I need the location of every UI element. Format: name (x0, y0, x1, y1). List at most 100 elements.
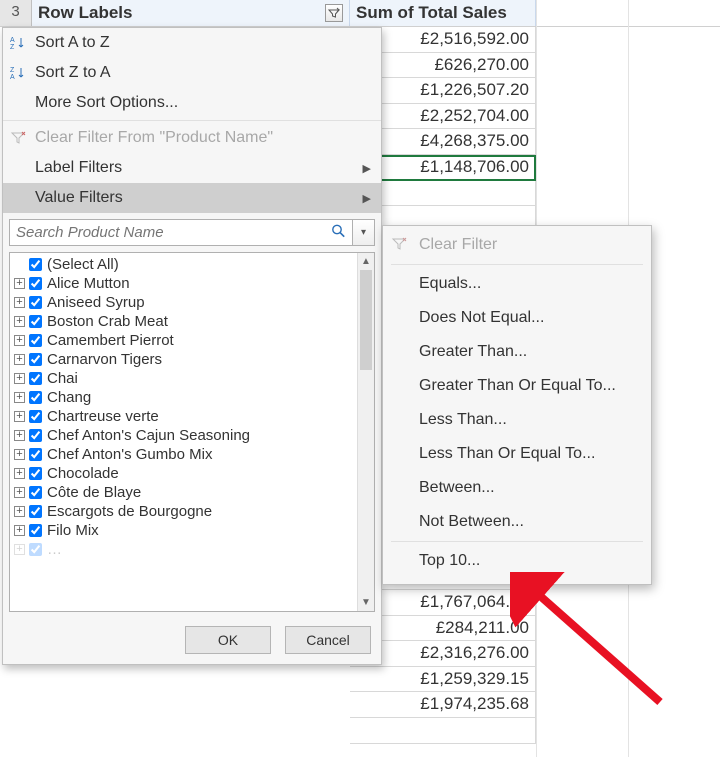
vf-equals[interactable]: Equals... (383, 267, 651, 301)
expand-icon[interactable]: + (14, 525, 25, 536)
checkbox-row[interactable]: + Chartreuse verte (10, 407, 357, 426)
label-filters[interactable]: Label Filters ▶ (3, 153, 381, 183)
vf-between[interactable]: Between... (383, 471, 651, 505)
svg-text:A: A (10, 37, 15, 44)
search-dropdown-button[interactable]: ▾ (353, 219, 375, 246)
expand-icon[interactable]: + (14, 411, 25, 422)
sort-desc-icon: ZA (9, 64, 27, 82)
expand-icon[interactable]: + (14, 278, 25, 289)
value-filters-submenu: Clear Filter Equals... Does Not Equal...… (382, 225, 652, 585)
item-checkbox[interactable] (29, 429, 42, 442)
checkbox-row[interactable]: (Select All) (10, 255, 357, 274)
item-checkbox[interactable] (29, 372, 42, 385)
checkbox-row[interactable]: +Aniseed Syrup (10, 293, 357, 312)
checkbox-row[interactable]: + Chef Anton's Gumbo Mix (10, 445, 357, 464)
value-filters-label: Value Filters (35, 189, 123, 207)
button-row: OK Cancel (3, 618, 381, 664)
item-checkbox[interactable] (29, 524, 42, 537)
item-label: Chef Anton's Gumbo Mix (47, 446, 212, 463)
checkbox-row[interactable]: + Carnarvon Tigers (10, 350, 357, 369)
checkbox-row[interactable]: +Chang (10, 388, 357, 407)
vf-lte[interactable]: Less Than Or Equal To... (383, 437, 651, 471)
item-label: Boston Crab Meat (47, 313, 168, 330)
checkbox-row[interactable]: +Chai (10, 369, 357, 388)
scroll-thumb[interactable] (360, 270, 372, 370)
scroll-down-icon[interactable]: ▼ (358, 594, 374, 611)
row-number-cell[interactable]: 3 (0, 0, 32, 26)
checkbox-row[interactable]: +Escargots de Bourgogne (10, 502, 357, 521)
expand-icon[interactable]: + (14, 468, 25, 479)
expand-icon[interactable]: + (14, 373, 25, 384)
expand-icon[interactable]: + (14, 487, 25, 498)
item-checkbox[interactable] (29, 391, 42, 404)
item-checkbox[interactable] (29, 277, 42, 290)
expand-icon[interactable]: + (14, 392, 25, 403)
ok-button[interactable]: OK (185, 626, 271, 654)
data-cell[interactable] (350, 718, 536, 744)
vf-clear-filter: Clear Filter (383, 228, 651, 262)
value-filters[interactable]: Value Filters ▶ (3, 183, 381, 213)
expand-icon[interactable]: + (14, 316, 25, 327)
filter-dropdown-button[interactable] (325, 4, 343, 22)
scroll-up-icon[interactable]: ▲ (358, 253, 374, 270)
item-checkbox[interactable] (29, 353, 42, 366)
clear-filter-icon (391, 236, 407, 257)
item-label: (Select All) (47, 256, 119, 273)
submenu-arrow-icon: ▶ (363, 192, 371, 205)
expand-icon[interactable]: + (14, 335, 25, 346)
menu-divider (3, 120, 381, 121)
item-checkbox[interactable] (29, 448, 42, 461)
scrollbar[interactable]: ▲ ▼ (357, 253, 374, 611)
data-cell[interactable]: £1,259,329.15 (350, 667, 536, 693)
expand-icon[interactable]: + (14, 430, 25, 441)
checkbox-row[interactable]: +Côte de Blaye (10, 483, 357, 502)
search-input[interactable] (9, 219, 353, 246)
item-checkbox[interactable] (29, 258, 42, 271)
item-checkbox[interactable] (29, 296, 42, 309)
clear-filter-label: Clear Filter From "Product Name" (35, 129, 273, 147)
submenu-divider (391, 541, 643, 542)
expand-icon[interactable]: + (14, 506, 25, 517)
vf-gte[interactable]: Greater Than Or Equal To... (383, 369, 651, 403)
more-sort-options[interactable]: More Sort Options... (3, 88, 381, 118)
more-sort-label: More Sort Options... (35, 94, 178, 112)
item-checkbox[interactable] (29, 505, 42, 518)
vf-less-than[interactable]: Less Than... (383, 403, 651, 437)
checkbox-row[interactable]: +Chocolade (10, 464, 357, 483)
expand-icon[interactable]: + (14, 449, 25, 460)
clear-filter-from: Clear Filter From "Product Name" (3, 123, 381, 153)
item-checkbox[interactable] (29, 486, 42, 499)
data-cell[interactable]: £1,974,235.68 (350, 692, 536, 718)
sum-sales-header[interactable]: Sum of Total Sales (350, 0, 536, 26)
checkbox-list[interactable]: (Select All)+Alice Mutton+Aniseed Syrup+… (10, 253, 357, 611)
checkbox-row[interactable]: +Alice Mutton (10, 274, 357, 293)
checkbox-list-area: (Select All)+Alice Mutton+Aniseed Syrup+… (9, 252, 375, 612)
checkbox-row[interactable]: +Chef Anton's Cajun Seasoning (10, 426, 357, 445)
item-checkbox[interactable] (29, 334, 42, 347)
sort-a-to-z[interactable]: AZ Sort A to Z (3, 28, 381, 58)
sort-az-label: Sort A to Z (35, 34, 110, 52)
submenu-divider (391, 264, 643, 265)
filter-menu: AZ Sort A to Z ZA Sort Z to A More Sort … (2, 27, 382, 665)
vf-greater-than[interactable]: Greater Than... (383, 335, 651, 369)
sort-z-to-a[interactable]: ZA Sort Z to A (3, 58, 381, 88)
svg-text:A: A (10, 74, 15, 81)
vf-top-10[interactable]: Top 10... (383, 544, 651, 578)
svg-text:Z: Z (10, 67, 15, 74)
item-checkbox[interactable] (29, 467, 42, 480)
checkbox-row[interactable]: +Filo Mix (10, 521, 357, 540)
expand-icon[interactable]: + (14, 354, 25, 365)
item-label: Carnarvon Tigers (47, 351, 162, 368)
row-labels-header[interactable]: Row Labels (32, 0, 350, 26)
cancel-button[interactable]: Cancel (285, 626, 371, 654)
checkbox-row[interactable]: + Camembert Pierrot (10, 331, 357, 350)
vf-not-equal[interactable]: Does Not Equal... (383, 301, 651, 335)
expand-icon[interactable]: + (14, 297, 25, 308)
svg-text:Z: Z (10, 44, 15, 51)
vf-not-between[interactable]: Not Between... (383, 505, 651, 539)
checkbox-row[interactable]: + Boston Crab Meat (10, 312, 357, 331)
item-checkbox[interactable] (29, 410, 42, 423)
item-checkbox[interactable] (29, 315, 42, 328)
item-label: Camembert Pierrot (47, 332, 174, 349)
item-label: Chartreuse verte (47, 408, 159, 425)
